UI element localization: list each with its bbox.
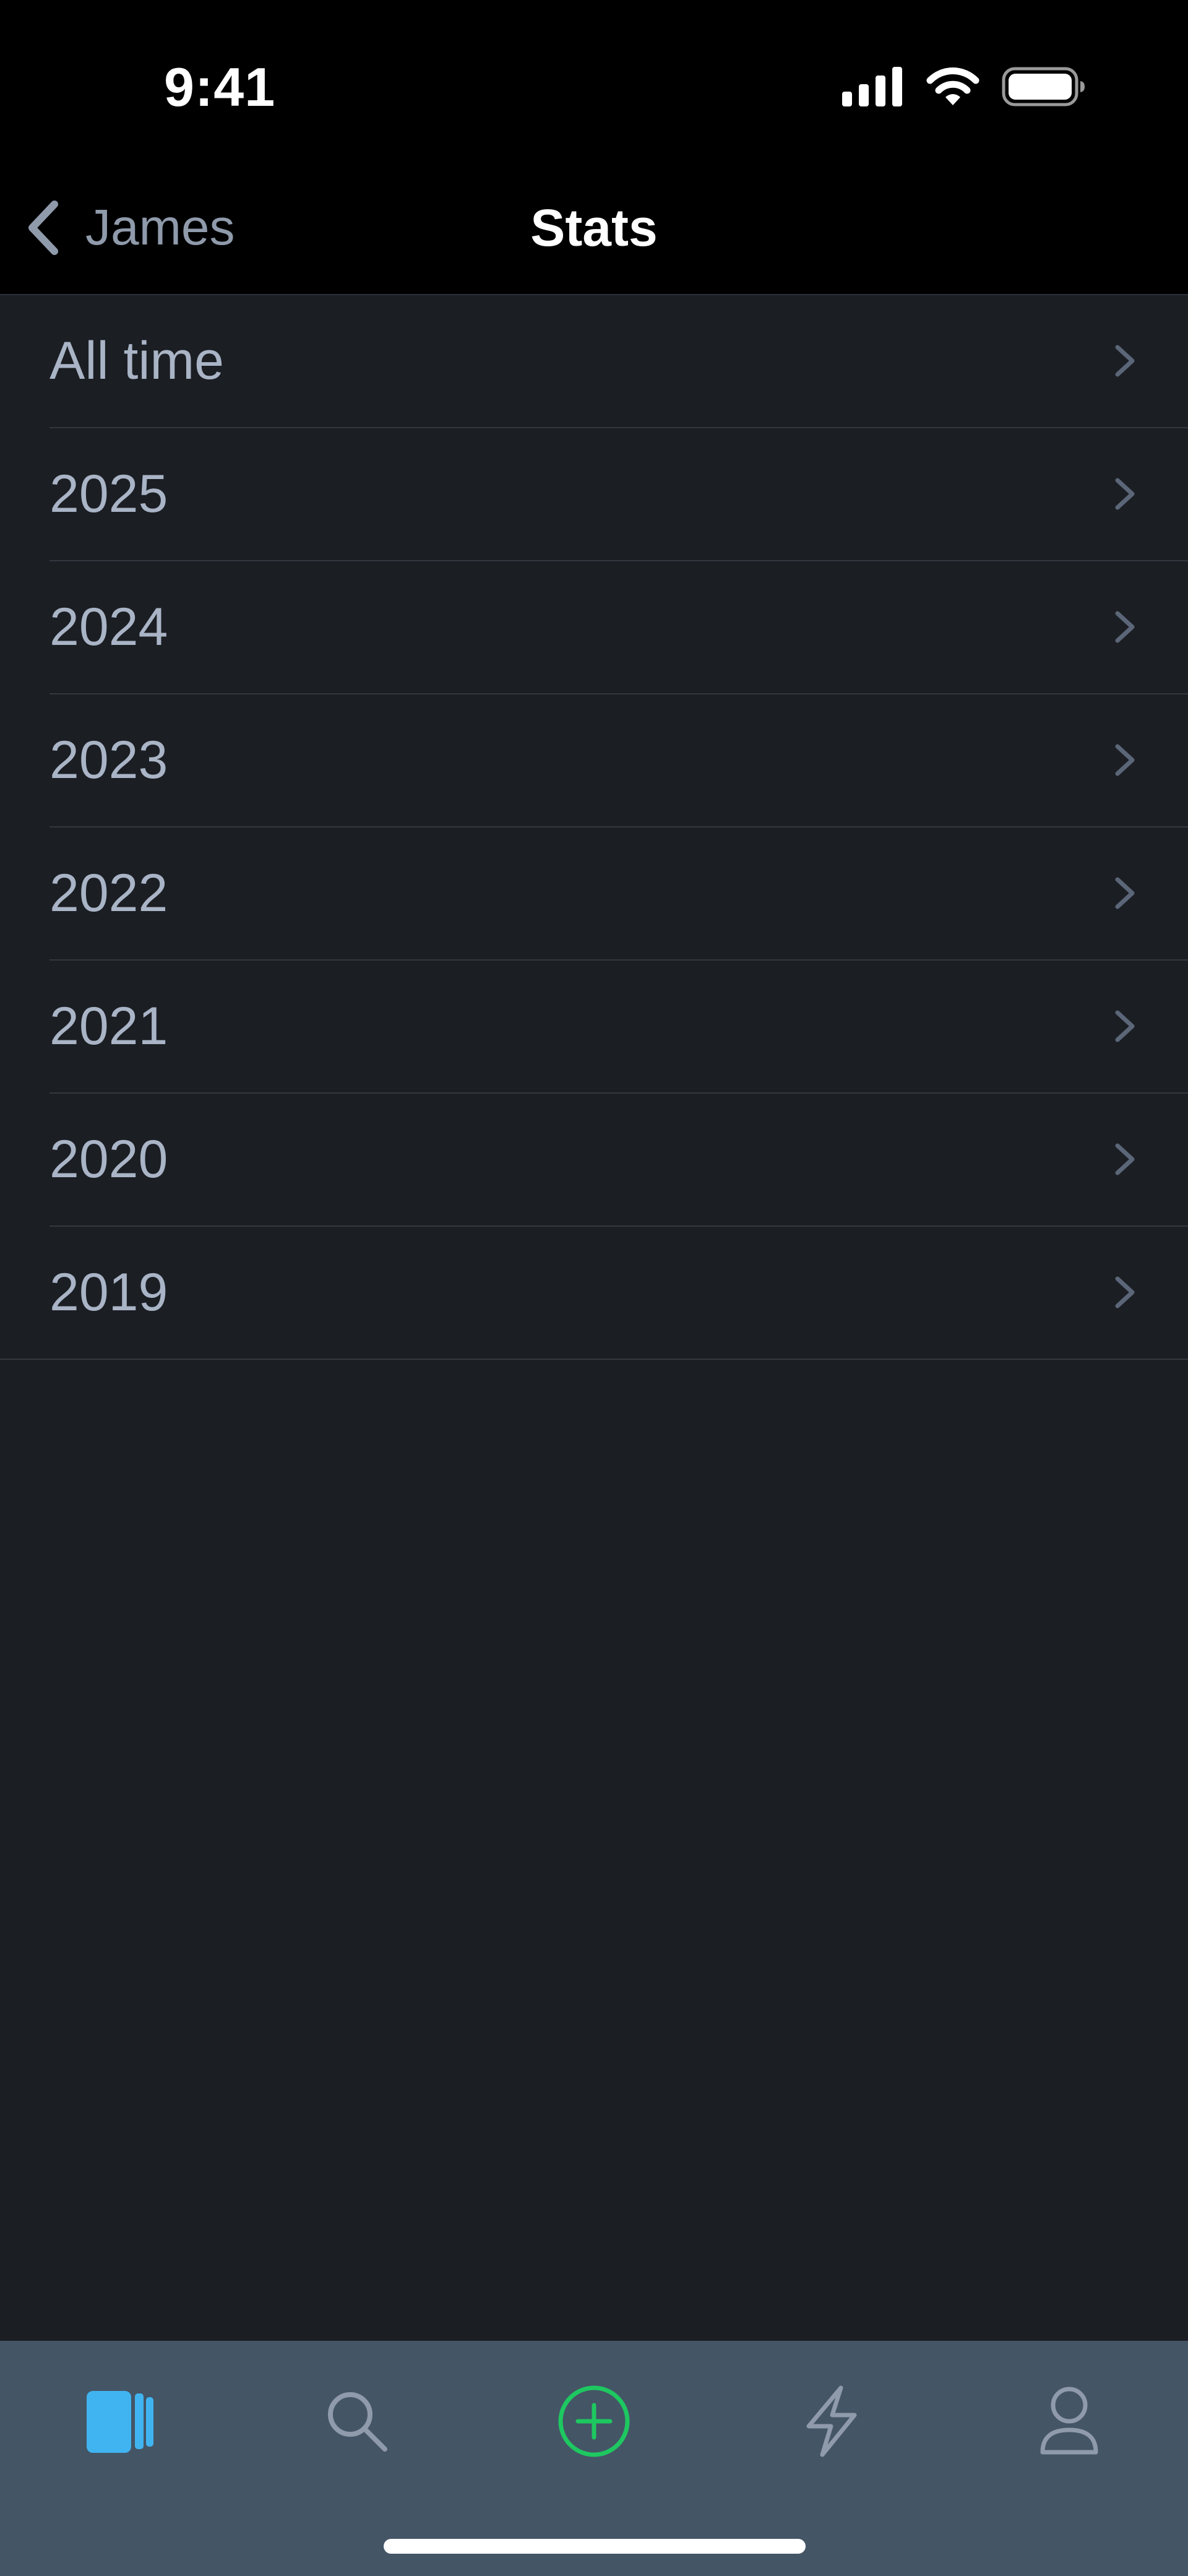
list-item-label: 2023 [50,730,168,790]
list-item-2022[interactable]: 2022 [0,828,1188,961]
list-item-label: 2024 [50,597,168,657]
tab-activity[interactable] [788,2378,875,2465]
tab-bar [0,2341,1188,2576]
list-item-label: 2025 [50,464,168,524]
add-circle-icon [558,2385,630,2457]
wifi-icon [926,67,979,105]
chevron-right-icon [1115,345,1135,377]
list-item-2025[interactable]: 2025 [0,428,1188,561]
list-item-2021[interactable]: 2021 [0,961,1188,1094]
profile-icon [1040,2387,1098,2455]
list-item-label: 2022 [50,863,168,923]
chevron-right-icon [1115,1143,1135,1175]
list-item-label: All time [50,331,224,391]
list-item-label: 2020 [50,1130,168,1189]
lightning-icon [806,2385,857,2457]
battery-icon [1002,67,1085,106]
chevron-right-icon [1115,478,1135,510]
home-indicator[interactable] [384,2539,806,2554]
tab-add[interactable] [551,2378,637,2465]
list-item-label: 2019 [50,1263,168,1322]
chevron-right-icon [1115,877,1135,909]
cellular-signal-icon [842,67,902,106]
chevron-right-icon [1115,1276,1135,1308]
row-divider [0,1359,1188,1360]
list-item-2020[interactable]: 2020 [0,1094,1188,1227]
books-icon [87,2391,153,2453]
list-item-all-time[interactable]: All time [0,295,1188,428]
list-item-2024[interactable]: 2024 [0,561,1188,694]
status-time: 9:41 [164,56,276,118]
chevron-right-icon [1115,1010,1135,1042]
chevron-right-icon [1115,611,1135,643]
stats-period-list: All time 2025 2024 2023 2022 2021 2020 2… [0,295,1188,1360]
page-title: Stats [530,199,658,257]
tab-books[interactable] [75,2378,162,2465]
list-item-label: 2021 [50,996,168,1056]
tab-profile[interactable] [1026,2378,1113,2465]
status-bar: 9:41 [0,0,1188,161]
navigation-bar: James Stats [0,161,1188,295]
list-item-2023[interactable]: 2023 [0,694,1188,828]
chevron-right-icon [1115,744,1135,776]
search-icon [328,2392,387,2452]
status-icons [842,65,1086,108]
list-item-2019[interactable]: 2019 [0,1227,1188,1360]
tab-search[interactable] [314,2378,400,2465]
